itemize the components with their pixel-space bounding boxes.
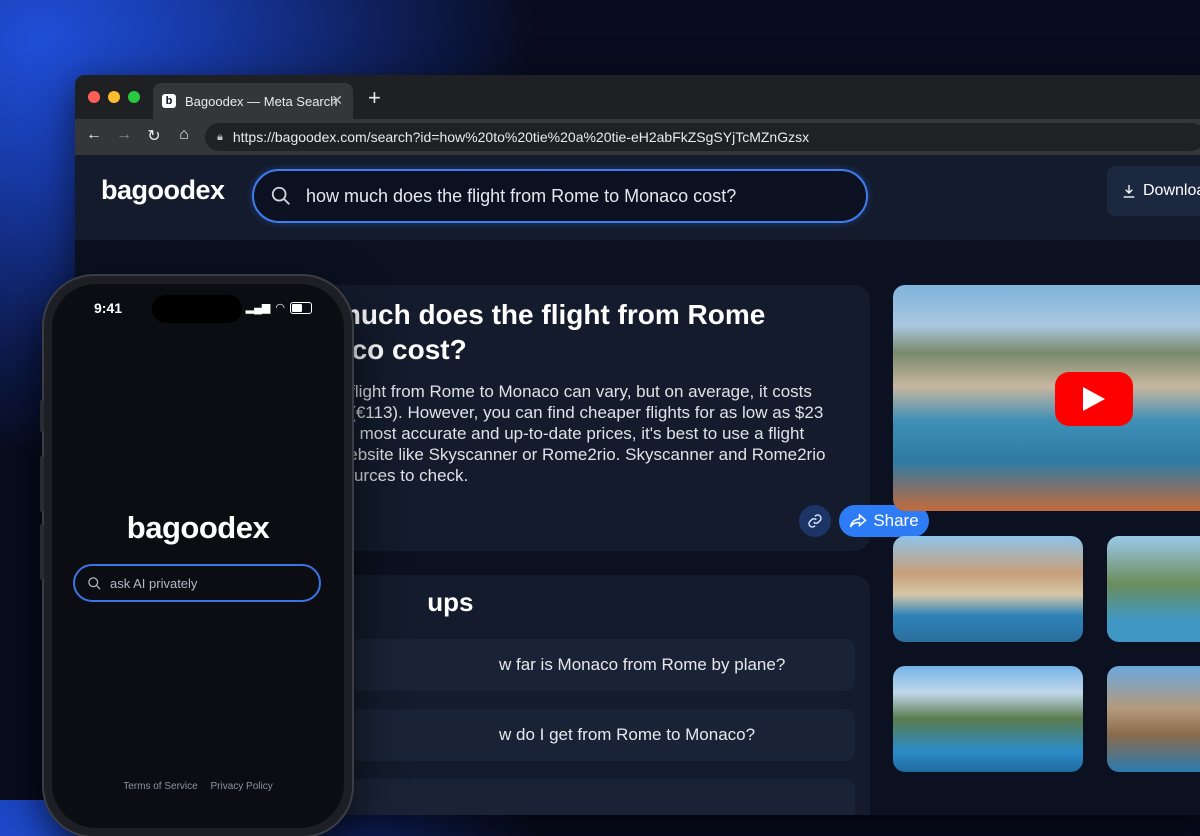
home-icon[interactable]: ⌂ bbox=[175, 126, 193, 146]
play-icon bbox=[1083, 387, 1105, 411]
page-header: bagoodex how much does the flight from R… bbox=[75, 155, 1200, 240]
url-field[interactable]: 🔒︎ https://bagoodex.com/search?id=how%20… bbox=[205, 123, 1200, 151]
phone-search-placeholder: ask AI privately bbox=[110, 575, 198, 591]
site-logo[interactable]: bagoodex bbox=[101, 175, 225, 206]
search-input[interactable]: how much does the flight from Rome to Mo… bbox=[252, 169, 868, 223]
followup-item[interactable]: w do I get from Rome to Monaco? bbox=[330, 709, 855, 761]
window-controls bbox=[88, 91, 140, 103]
forward-icon[interactable]: → bbox=[115, 126, 133, 146]
share-label: Share bbox=[873, 511, 919, 530]
followup-text: w do I get from Rome to Monaco? bbox=[499, 725, 756, 744]
dynamic-island bbox=[152, 295, 242, 323]
close-window-button[interactable] bbox=[88, 91, 100, 103]
status-icons: ▂▄▆ ◠ bbox=[246, 301, 312, 314]
download-label: Download bbox=[1143, 182, 1200, 199]
phone-side-button bbox=[40, 456, 44, 512]
new-tab-button[interactable]: + bbox=[368, 85, 381, 111]
phone-footer: Terms of Service Privacy Policy bbox=[52, 781, 344, 792]
followups-title: ups bbox=[420, 587, 474, 617]
terms-link[interactable]: Terms of Service bbox=[123, 781, 197, 792]
search-icon bbox=[271, 186, 290, 205]
download-button[interactable]: Download bbox=[1107, 166, 1200, 216]
tab-title: Bagoodex — Meta Search bbox=[185, 93, 338, 109]
copy-link-button[interactable] bbox=[799, 505, 831, 537]
address-bar: ← → ↻ ⌂ 🔒︎ https://bagoodex.com/search?i… bbox=[75, 119, 1200, 155]
close-tab-icon[interactable]: ✕ bbox=[331, 92, 343, 109]
download-icon bbox=[1123, 185, 1135, 198]
status-time: 9:41 bbox=[94, 300, 123, 316]
link-icon bbox=[808, 514, 822, 528]
share-icon bbox=[850, 513, 867, 528]
phone-mockup: 9:41 ▂▄▆ ◠ bagoodex ask AI privately Ter… bbox=[40, 276, 352, 836]
reload-icon[interactable]: ↻ bbox=[145, 126, 163, 146]
phone-side-button bbox=[40, 524, 44, 580]
image-thumbnail[interactable] bbox=[1107, 666, 1200, 772]
video-thumbnail[interactable] bbox=[893, 285, 1200, 511]
back-icon[interactable]: ← bbox=[85, 126, 103, 146]
image-thumbnail[interactable] bbox=[1107, 536, 1200, 642]
wifi-icon: ◠ bbox=[275, 302, 285, 314]
favicon-icon: b bbox=[162, 94, 176, 108]
search-query: how much does the flight from Rome to Mo… bbox=[306, 185, 737, 206]
answer-text: a flight from Rome to Monaco can vary, b… bbox=[336, 382, 826, 485]
followup-item[interactable]: w far is Monaco from Rome by plane? bbox=[330, 639, 855, 691]
phone-side-button bbox=[40, 400, 44, 432]
phone-logo: bagoodex bbox=[126, 510, 270, 545]
answer-title: much does the flight from Rome aco cost? bbox=[336, 299, 766, 365]
tab-bar: b Bagoodex — Meta Search ✕ + bbox=[75, 75, 1200, 119]
image-thumbnail[interactable] bbox=[893, 666, 1083, 772]
phone-screen: 9:41 ▂▄▆ ◠ bagoodex ask AI privately Ter… bbox=[52, 284, 344, 828]
privacy-link[interactable]: Privacy Policy bbox=[211, 781, 273, 792]
image-thumbnail[interactable] bbox=[893, 536, 1083, 642]
url-text: https://bagoodex.com/search?id=how%20to%… bbox=[232, 129, 810, 145]
minimize-window-button[interactable] bbox=[108, 91, 120, 103]
search-icon bbox=[88, 576, 101, 590]
signal-icon: ▂▄▆ bbox=[245, 302, 271, 314]
lock-icon: 🔒︎ bbox=[217, 130, 223, 143]
nav-buttons: ← → ↻ ⌂ bbox=[85, 126, 193, 146]
maximize-window-button[interactable] bbox=[128, 91, 140, 103]
phone-search-input[interactable]: ask AI privately bbox=[73, 564, 321, 602]
battery-icon bbox=[290, 301, 312, 314]
youtube-play-button[interactable] bbox=[1055, 372, 1133, 426]
followup-text: w far is Monaco from Rome by plane? bbox=[499, 655, 786, 674]
followup-item[interactable] bbox=[330, 779, 855, 815]
browser-tab[interactable]: b Bagoodex — Meta Search ✕ bbox=[153, 83, 353, 119]
